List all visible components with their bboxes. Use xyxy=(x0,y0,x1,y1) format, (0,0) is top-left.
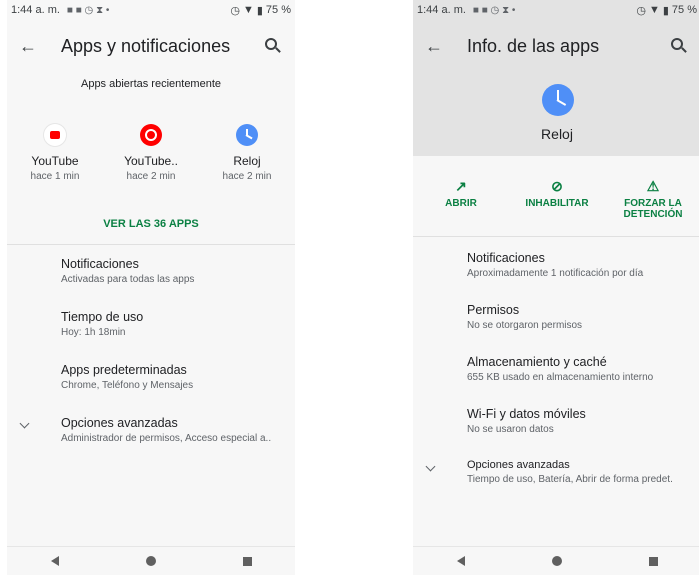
app-bar: ← Apps y notificaciones xyxy=(7,20,295,72)
item-title: Opciones avanzadas xyxy=(61,416,178,430)
app-name: Reloj xyxy=(233,154,261,168)
warning-icon: ⚠ xyxy=(646,178,660,194)
item-subtitle: No se otorgaron permisos xyxy=(467,320,583,331)
app-name: YouTube xyxy=(31,154,79,168)
app-last-used: hace 2 min xyxy=(222,171,272,182)
nav-back-icon[interactable] xyxy=(456,556,465,566)
app-actions: ↗ ABRIR ⊘ INHABILITAR ⚠ FORZAR LA DETENC… xyxy=(413,156,699,237)
app-header: Reloj xyxy=(413,72,699,156)
list-item-advanced[interactable]: Opciones avanzadas Administrador de perm… xyxy=(7,416,295,444)
app-last-used: hace 1 min xyxy=(30,171,80,182)
clock-icon xyxy=(542,84,574,116)
alarm-icon: ◷ xyxy=(230,4,240,17)
item-title: Notificaciones xyxy=(467,251,545,265)
nav-home-icon[interactable] xyxy=(551,556,562,566)
recent-app-youtube[interactable]: YouTube hace 1 min xyxy=(15,124,95,182)
app-bar: ← Info. de las apps xyxy=(413,20,699,72)
item-subtitle: Tiempo de uso, Batería, Abrir de forma p… xyxy=(467,474,673,485)
list-item-permissions[interactable]: Permisos No se otorgaron permisos xyxy=(413,303,699,331)
navigation-bar xyxy=(413,546,699,575)
notification-icons: ■ ■ ◷ ⧗ • xyxy=(472,4,516,16)
item-title: Permisos xyxy=(467,303,520,317)
item-subtitle: Administrador de permisos, Acceso especi… xyxy=(61,433,272,444)
apps-notifications-screen: 1:44 a. m. ■ ■ ◷ ⧗ • ◷ ▼ ▮ 75 % ← Apps y… xyxy=(7,0,295,575)
battery-icon: ▮ xyxy=(662,4,669,17)
see-all-apps-button[interactable]: VER LAS 36 APPS xyxy=(7,218,295,230)
divider xyxy=(7,244,295,245)
open-button[interactable]: ↗ ABRIR xyxy=(413,156,509,236)
list-item-storage[interactable]: Almacenamiento y caché 655 KB usado en a… xyxy=(413,355,699,383)
nav-recents-icon[interactable] xyxy=(648,556,658,566)
disable-button[interactable]: ⊘ INHABILITAR xyxy=(509,156,605,236)
status-time: 1:44 a. m. xyxy=(417,4,466,16)
battery-icon: ▮ xyxy=(256,4,263,17)
nav-back-icon[interactable] xyxy=(50,556,59,566)
clock-icon xyxy=(236,124,258,146)
battery-level: 75 % xyxy=(265,4,291,16)
page-title: Info. de las apps xyxy=(467,35,600,56)
notification-icons: ■ ■ ◷ ⧗ • xyxy=(66,4,110,16)
app-name: Reloj xyxy=(541,126,573,142)
search-icon[interactable] xyxy=(265,38,281,54)
chevron-down-icon xyxy=(19,418,30,429)
item-subtitle: Chrome, Teléfono y Mensajes xyxy=(61,380,194,391)
action-label: INHABILITAR xyxy=(525,198,589,209)
search-icon[interactable] xyxy=(671,38,687,54)
item-subtitle: 655 KB usado en almacenamiento interno xyxy=(467,372,654,383)
wifi-icon: ▼ xyxy=(242,4,254,16)
action-label: FORZAR LA DETENCIÓN xyxy=(623,198,683,220)
page-title: Apps y notificaciones xyxy=(61,35,231,56)
recent-app-youtube-music[interactable]: YouTube.. hace 2 min xyxy=(111,124,191,182)
navigation-bar xyxy=(7,546,295,575)
list-item-notifications[interactable]: Notificaciones Activadas para todas las … xyxy=(7,257,295,285)
open-external-icon: ↗ xyxy=(455,178,467,194)
youtube-music-icon xyxy=(140,124,162,146)
item-title: Apps predeterminadas xyxy=(61,363,187,377)
item-title: Tiempo de uso xyxy=(61,310,144,324)
recent-apps-heading: Apps abiertas recientemente xyxy=(80,78,222,90)
item-subtitle: Aproximadamente 1 notificación por día xyxy=(467,268,644,279)
disable-icon: ⊘ xyxy=(551,178,563,194)
force-stop-button[interactable]: ⚠ FORZAR LA DETENCIÓN xyxy=(605,156,699,236)
nav-home-icon[interactable] xyxy=(145,556,156,566)
item-subtitle: Activadas para todas las apps xyxy=(61,274,195,285)
app-last-used: hace 2 min xyxy=(126,171,176,182)
item-title: Opciones avanzadas xyxy=(467,459,570,471)
status-bar: 1:44 a. m. ■ ■ ◷ ⧗ • ◷ ▼ ▮ 75 % xyxy=(413,0,699,20)
back-arrow-icon[interactable]: ← xyxy=(425,36,445,57)
list-item-data-usage[interactable]: Wi-Fi y datos móviles No se usaron datos xyxy=(413,407,699,435)
youtube-icon xyxy=(44,124,66,146)
list-item-notifications[interactable]: Notificaciones Aproximadamente 1 notific… xyxy=(413,251,699,279)
action-label: ABRIR xyxy=(445,198,477,209)
back-arrow-icon[interactable]: ← xyxy=(19,36,39,57)
item-title: Wi-Fi y datos móviles xyxy=(467,407,586,421)
battery-level: 75 % xyxy=(671,4,697,16)
app-name: YouTube.. xyxy=(124,154,178,168)
app-info-screen: 1:44 a. m. ■ ■ ◷ ⧗ • ◷ ▼ ▮ 75 % ← Info. … xyxy=(413,0,699,575)
alarm-icon: ◷ xyxy=(636,4,646,17)
item-subtitle: Hoy: 1h 18min xyxy=(61,327,126,338)
recent-apps-list: YouTube hace 1 min YouTube.. hace 2 min … xyxy=(7,124,295,182)
chevron-down-icon xyxy=(425,461,436,472)
status-bar: 1:44 a. m. ■ ■ ◷ ⧗ • ◷ ▼ ▮ 75 % xyxy=(7,0,295,20)
list-item-default-apps[interactable]: Apps predeterminadas Chrome, Teléfono y … xyxy=(7,363,295,391)
recent-app-clock[interactable]: Reloj hace 2 min xyxy=(207,124,287,182)
item-title: Notificaciones xyxy=(61,257,139,271)
list-item-advanced[interactable]: Opciones avanzadas Tiempo de uso, Baterí… xyxy=(413,459,699,485)
list-item-screen-time[interactable]: Tiempo de uso Hoy: 1h 18min xyxy=(7,310,295,338)
wifi-icon: ▼ xyxy=(648,4,660,16)
status-time: 1:44 a. m. xyxy=(11,4,60,16)
item-subtitle: No se usaron datos xyxy=(467,424,554,435)
item-title: Almacenamiento y caché xyxy=(467,355,607,369)
nav-recents-icon[interactable] xyxy=(242,556,252,566)
